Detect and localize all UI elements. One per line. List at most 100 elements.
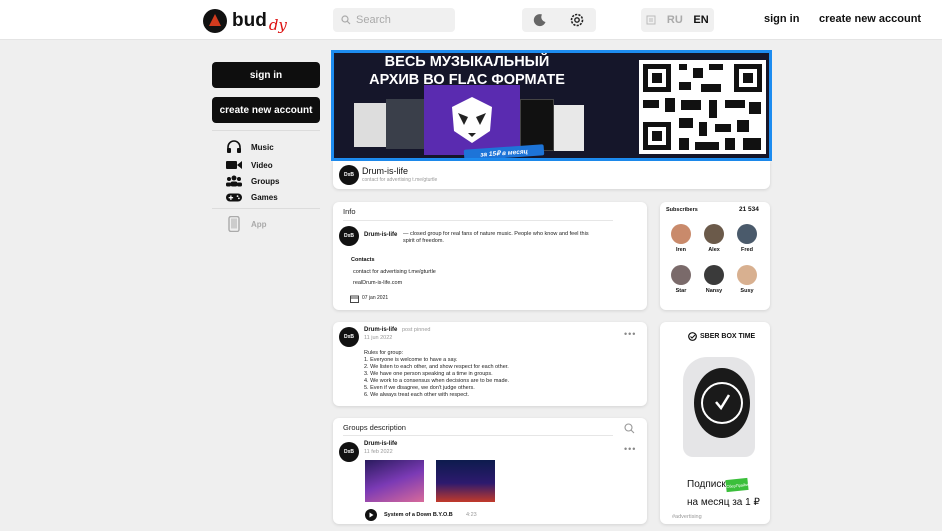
subscriber-name[interactable]: Alex [699,247,729,253]
sidebar-create-account-button[interactable]: create new account [212,97,320,123]
groups-description-divider [343,435,613,436]
post-date: 11 jun 2022 [364,335,393,341]
subscriber-name[interactable]: Nansy [699,288,729,294]
subscribers-title: Subscribers [666,207,698,213]
contact-site[interactable]: realDrum-is-life.com [353,280,402,287]
translate-icon [646,15,656,25]
search-input[interactable]: Search [333,8,455,32]
track-title[interactable]: System of a Down B.Y.O.B [384,512,453,518]
ad-brand: SBER BOX TIME [688,332,755,341]
search-icon [341,15,351,25]
post-line: 6. We always treat each other with respe… [364,392,470,398]
subscriber-avatar[interactable] [704,265,724,285]
post-date: 11 feb 2022 [364,449,393,455]
post-pinned-label: post pinned [402,327,431,333]
post-line: Rules for group: [364,350,404,356]
sidebar-divider [212,208,320,209]
sidebar-item-label: Groups [251,176,280,186]
avatar[interactable]: DxB [339,327,359,347]
ad-tag[interactable]: #advertising [672,514,702,521]
sidebar-item-label: Games [251,192,278,202]
sidebar-item-label: App [251,219,267,229]
album-cover [520,99,554,151]
video-camera-icon [226,160,242,170]
groups-icon [226,175,242,187]
contact-advertising[interactable]: contact for advertising t.me/gturtle [353,269,436,276]
logo-mark-icon [203,9,227,33]
subscriber-avatar[interactable] [737,265,757,285]
sidebar-item-label: Video [251,160,273,170]
subscriber-name[interactable]: Iren [666,247,696,253]
logo[interactable]: bud dy [203,6,303,36]
phone-icon [226,216,242,232]
info-group-name[interactable]: Drum-is-life [364,232,397,238]
contacts-title: Contacts [351,257,375,263]
more-options-icon[interactable]: ••• [624,444,636,454]
sidebar-sign-in-button[interactable]: sign in [212,62,320,88]
album-cover [386,99,424,149]
ad-line-2: на месяц за 1 ₽ [687,497,760,508]
info-description-1: — closed group for real fans of nature m… [403,231,589,237]
subscriber-avatar[interactable] [671,265,691,285]
subscriber-name[interactable]: Susy [732,288,762,294]
info-title: Info [343,207,356,216]
album-cover [554,105,584,151]
more-options-icon[interactable]: ••• [624,329,636,339]
subscribers-count: 21 534 [739,206,759,213]
header-create-account-link[interactable]: create new account [819,13,921,25]
group-subtitle: contact for advertising t.me/gturtle [362,177,438,183]
info-divider [343,220,613,221]
ad-brand-name: SBER BOX TIME [700,333,756,340]
banner-line-1: ВЕСЬ МУЗЫКАЛЬНЫЙ [384,54,550,70]
avatar[interactable]: DxB [339,165,359,185]
header-sign-in-link[interactable]: sign in [764,13,799,25]
post-line: 3. We have one person speaking at a time… [364,371,493,377]
top-header [0,0,942,40]
sber-logo-icon [688,332,697,341]
track-duration: 4:23 [466,512,477,518]
search-icon[interactable] [624,423,635,434]
post-body: Rules for group: 1. Everyone is welcome … [364,350,509,399]
ad-sticker: СберПрайм [725,477,749,493]
lang-en[interactable]: EN [693,14,708,26]
search-placeholder: Search [356,14,391,26]
info-date: 07 jan 2021 [362,295,389,301]
post-author[interactable]: Drum-is-life [364,327,397,333]
theme-settings-group [522,8,596,32]
subscriber-avatar[interactable] [671,224,691,244]
post-line: 1. Everyone is welcome to have a say. [364,357,458,363]
language-switcher: RU EN [641,8,714,32]
avatar[interactable]: DxB [339,442,359,462]
post-line: 2. We listen to each other, and show res… [364,364,509,370]
ad-banner[interactable]: ВЕСЬ МУЗЫКАЛЬНЫЙ АРХИВ ВО FLAC ФОРМАТЕ з… [331,50,772,161]
sidebar-item-music[interactable]: Music [226,140,274,154]
sidebar-item-groups[interactable]: Groups [226,174,279,188]
sidebar-item-video[interactable]: Video [226,158,273,172]
avatar[interactable]: DxB [339,226,359,246]
subscriber-name[interactable]: Star [666,288,696,294]
calendar-icon [350,295,359,303]
play-icon[interactable] [365,509,377,521]
info-card [333,202,647,310]
subscriber-avatar[interactable] [704,224,724,244]
post-line: 4. We work to a consensus when decisions… [364,378,510,384]
ad-clock-face [694,368,750,438]
post-author[interactable]: Drum-is-life [364,441,397,447]
subscriber-avatar[interactable] [737,224,757,244]
sidebar-item-games[interactable]: Games [226,190,278,204]
logo-text: bud [232,10,267,31]
sidebar-divider [212,130,320,131]
post-line: 5. Even if we disagree, we don't judge o… [364,385,475,391]
logo-script: dy [268,15,287,34]
subscriber-name[interactable]: Fred [732,247,762,253]
gear-icon[interactable] [568,11,586,29]
sidebar-item-label: Music [251,142,274,152]
group-name[interactable]: Drum-is-life [362,166,408,176]
info-description-2: spirit of freedom. [403,238,444,244]
lang-ru[interactable]: RU [667,14,683,26]
post-image[interactable] [436,460,495,502]
sidebar-item-app[interactable]: App [226,216,267,232]
post-image[interactable] [365,460,424,502]
moon-icon[interactable] [533,13,547,27]
groups-description-title: Groups description [343,423,406,432]
